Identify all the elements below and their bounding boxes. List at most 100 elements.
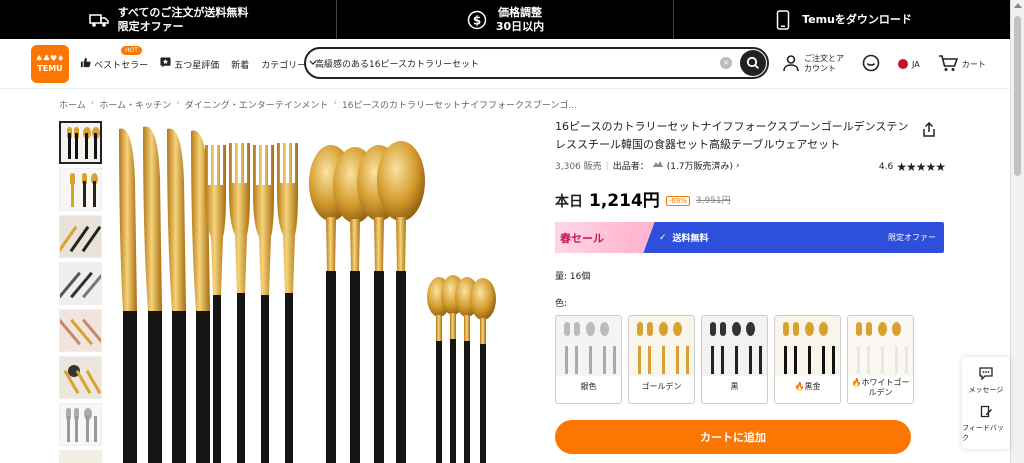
breadcrumb-dining[interactable]: ダイニング・エンターテインメント [185,98,329,111]
feedback-button[interactable]: フィードバック [962,405,1010,443]
nav-new[interactable]: 新着 [231,58,249,71]
account-label-1: ご注文とア [804,54,844,63]
promo-free-shipping-sub: 限定オファー [117,19,184,33]
language-label: JA [912,59,920,69]
add-to-cart-button[interactable]: カートに追加 [555,420,911,454]
rating-stars-icon: ★★★★★ [896,160,946,174]
rating[interactable]: 4.6 ★★★★★ [878,160,946,174]
check-icon: ✓ [659,232,667,243]
color-option-label: 黒金 [804,382,821,391]
temu-logo[interactable]: ♠♣♥♦ TEMU [31,45,69,83]
truck-icon [88,9,110,31]
chat-smile-icon [862,54,880,74]
color-option-black[interactable]: 黒 [701,315,768,404]
thumbnail-4[interactable] [59,262,102,305]
thumbnail-7[interactable] [59,403,102,446]
spoons [309,141,425,463]
main-nav: ベストセラー HOT 五つ星評価 新着 カテゴリー [80,39,317,89]
message-label: メッセージ [968,386,1004,394]
promo-price-adjust[interactable]: $ 価格調整 30日以内 [336,0,673,39]
floating-side-panel: メッセージ フィードバック [962,357,1010,449]
feedback-icon [980,405,993,420]
color-option-label: ゴールデン [641,382,682,391]
account-menu[interactable]: ご注文とア カウント [782,54,844,74]
color-option-silver[interactable]: 銀色 [555,315,622,404]
spring-sale-text: 春セール [560,231,604,245]
promo-free-shipping-title: すべてのご注文が送料無料 [117,5,249,19]
nav-category-label: カテゴリー [261,60,307,71]
language-selector[interactable]: JA [898,59,920,69]
thumbnail-list [59,121,103,463]
breadcrumb-separator: › [90,98,95,108]
message-icon [979,367,993,382]
discount-badge: -69% [665,196,690,206]
search-box[interactable]: 高級感のある16ピースカトラリーセット × [304,47,769,79]
seller-sales[interactable]: (1.7万販売済み) [667,159,733,172]
color-options: 銀色 ゴールデン 黒 🔥黒金 🔥ホワイトゴールデン [555,315,914,404]
color-option-white-gold[interactable]: 🔥ホワイトゴールデン [847,315,914,404]
search-input[interactable]: 高級感のある16ピースカトラリーセット [315,57,479,70]
promo-free-shipping[interactable]: すべてのご注文が送料無料 限定オファー [0,0,336,39]
nav-bestseller-label: ベストセラー [94,60,149,71]
color-option-label: 黒 [730,382,739,391]
rating-value: 4.6 [878,162,894,172]
color-option-label: 銀色 [580,382,597,391]
fire-icon: 🔥 [851,378,862,387]
breadcrumb-current: 16ピースのカトラリーセットナイフフォークスプーンゴ... [342,101,577,111]
breadcrumb-home-kitchen[interactable]: ホーム・キッチン [99,98,171,111]
promo-bar: すべてのご注文が送料無料 限定オファー $ 価格調整 30日以内 Temuをダウ… [0,0,1010,39]
breadcrumb-separator: › [176,98,180,108]
thumbnail-6[interactable] [59,356,102,399]
scroll-up-arrow-icon[interactable] [1014,3,1022,8]
color-option-black-gold[interactable]: 🔥黒金 [774,315,841,404]
fire-icon: 🔥 [794,382,805,391]
promo-price-adjust-title: 価格調整 [498,5,542,19]
logo-symbols: ♠♣♥♦ [35,54,65,63]
message-button[interactable]: メッセージ [968,367,1004,395]
main-product-image[interactable] [113,121,511,463]
promo-banner: 春セール ✓ 送料無料 限定オファー [555,222,944,253]
scrollbar-thumb[interactable] [1014,16,1021,176]
seller-chevron-icon[interactable]: › [736,161,740,171]
hot-badge: HOT [121,46,142,55]
japan-flag-icon [898,59,908,69]
header-actions: ご注文とア カウント JA カート [782,39,1004,89]
logo-text: TEMU [37,64,63,73]
forks [205,143,298,463]
account-label-2: カウント [804,64,836,73]
teaspoons [427,275,496,463]
cart-icon [938,54,958,74]
seller-logo-icon[interactable] [652,160,664,171]
clear-search-icon[interactable]: × [720,57,732,69]
share-icon[interactable] [921,121,937,142]
thumbnail-2[interactable] [59,168,102,211]
breadcrumb-home[interactable]: ホーム [59,98,86,111]
thumbnail-1[interactable] [59,121,102,164]
price-label: 本日 [555,194,583,210]
thumbnail-8[interactable] [59,450,102,463]
knives [119,126,210,463]
vertical-scrollbar[interactable] [1010,0,1024,463]
search-icon [746,56,760,70]
search-button[interactable] [740,50,766,76]
nav-bestseller[interactable]: ベストセラー HOT [80,46,149,71]
feedback-label: フィードバック [962,424,1004,442]
product-title: 16ピースのカトラリーセットナイフフォークスプーンゴールデンステンレススチール韓… [555,120,909,151]
promo-download-app[interactable]: Temuをダウンロード [673,0,1010,39]
dollar-icon: $ [466,9,488,31]
site-header: ♠♣♥♦ TEMU ベストセラー HOT 五つ星評価 新着 カテゴリー 高級感の… [0,39,1010,89]
nav-new-label: 新着 [231,60,250,71]
support-button[interactable] [862,54,880,74]
spring-sale-label: 春セール [555,222,639,253]
color-option-golden[interactable]: ゴールデン [628,315,695,404]
thumbnail-5[interactable] [59,309,102,352]
cart-link[interactable]: カート [938,54,986,74]
nav-five-star[interactable]: 五つ星評価 [160,57,219,71]
star-badge-icon [160,57,171,71]
thumbs-up-icon [80,57,91,71]
product-info: 16ピースのカトラリーセットナイフフォークスプーンゴールデンステンレススチール韓… [555,118,946,454]
free-shipping-label: 送料無料 [672,234,709,244]
sold-count: 3,306 販売 [555,162,602,172]
cart-label: カート [961,59,986,69]
thumbnail-3[interactable] [59,215,102,258]
